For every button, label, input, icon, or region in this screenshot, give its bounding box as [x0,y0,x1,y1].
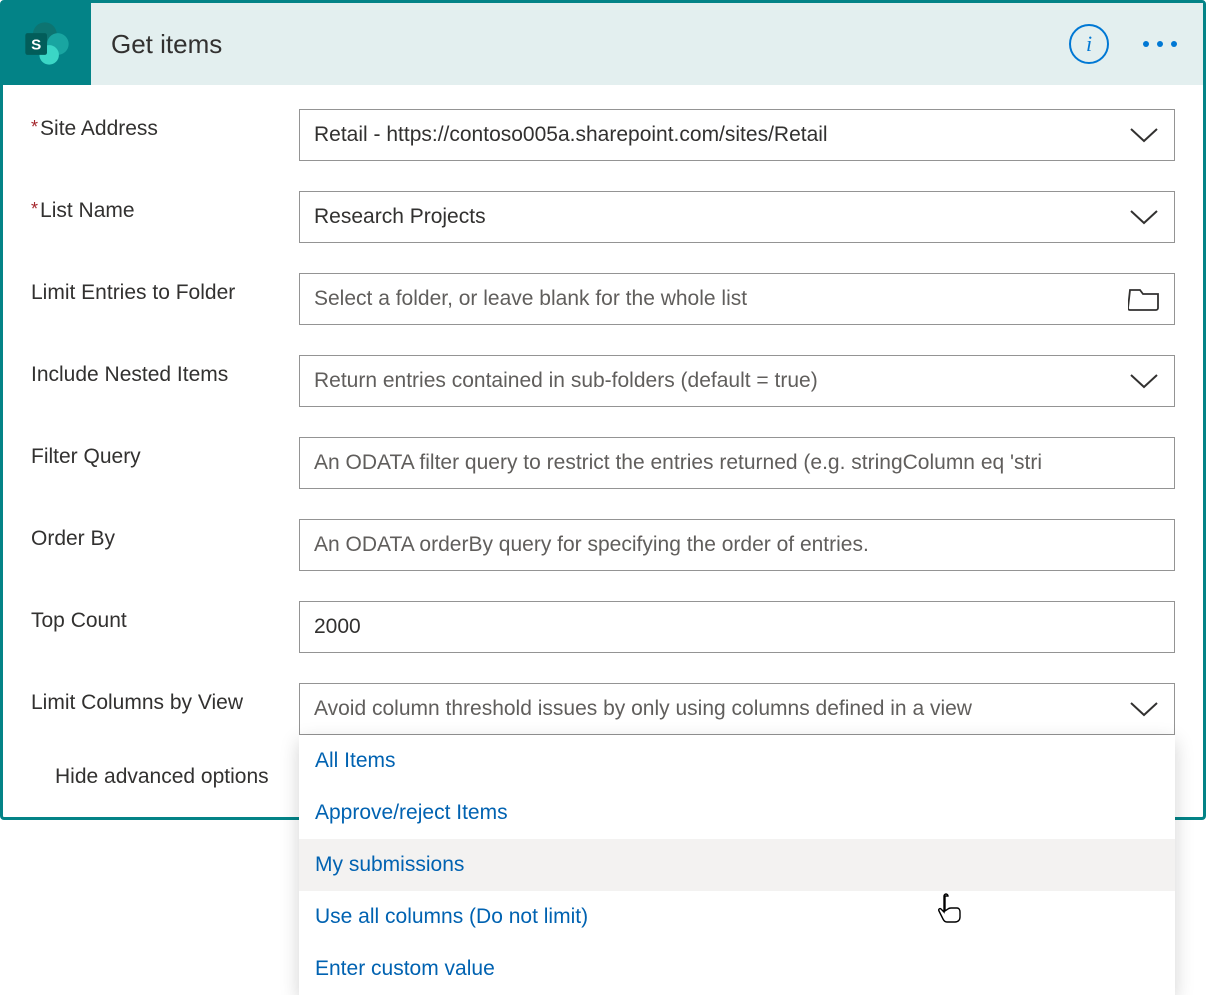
limit-folder-picker[interactable]: Select a folder, or leave blank for the … [299,273,1175,325]
svg-text:S: S [31,36,41,53]
info-icon: i [1086,33,1092,55]
list-name-dropdown[interactable]: Research Projects [299,191,1175,243]
required-asterisk: * [31,199,38,219]
action-card: S Get items i *Site Address Retail - htt… [0,0,1206,820]
field-label: Limit Columns by View [31,683,299,715]
limit-view-dropdown[interactable]: Avoid column threshold issues by only us… [299,683,1175,735]
field-label: Top Count [31,601,299,633]
dropdown-option-custom[interactable]: Enter custom value [299,943,1175,995]
field-row-list-name: *List Name Research Projects [31,191,1175,243]
field-label: Limit Entries to Folder [31,273,299,305]
dropdown-option-my-submissions[interactable]: My submissions [299,839,1175,891]
field-row-top-count: Top Count [31,601,1175,653]
field-row-limit-folder: Limit Entries to Folder Select a folder,… [31,273,1175,325]
field-label: Filter Query [31,437,299,469]
field-label: *Site Address [31,109,299,141]
dropdown-option-all-items[interactable]: All Items [299,735,1175,787]
field-row-nested: Include Nested Items Return entries cont… [31,355,1175,407]
info-button[interactable]: i [1069,24,1109,64]
limit-view-dropdown-list: All Items Approve/reject Items My submis… [299,735,1175,995]
order-by-input[interactable] [299,519,1175,571]
chevron-down-icon [1128,208,1160,226]
chevron-down-icon [1128,126,1160,144]
include-nested-dropdown[interactable]: Return entries contained in sub-folders … [299,355,1175,407]
field-label: *List Name [31,191,299,223]
card-title: Get items [111,29,1069,60]
field-row-limit-view: Limit Columns by View Avoid column thres… [31,683,1175,735]
card-header: S Get items i [3,3,1203,85]
dropdown-option-approve-reject[interactable]: Approve/reject Items [299,787,1175,839]
folder-icon[interactable] [1128,286,1160,312]
field-label: Include Nested Items [31,355,299,387]
dropdown-option-use-all[interactable]: Use all columns (Do not limit) [299,891,1175,943]
sharepoint-icon: S [3,3,91,85]
more-button[interactable] [1137,35,1183,53]
card-body: *Site Address Retail - https://contoso00… [3,85,1203,817]
field-row-filter: Filter Query [31,437,1175,489]
field-row-site-address: *Site Address Retail - https://contoso00… [31,109,1175,161]
top-count-input[interactable] [299,601,1175,653]
filter-query-input[interactable] [299,437,1175,489]
site-address-dropdown[interactable]: Retail - https://contoso005a.sharepoint.… [299,109,1175,161]
field-row-order-by: Order By [31,519,1175,571]
chevron-down-icon [1128,372,1160,390]
field-label: Order By [31,519,299,551]
required-asterisk: * [31,117,38,137]
chevron-down-icon [1128,700,1160,718]
ellipsis-icon [1143,41,1149,47]
